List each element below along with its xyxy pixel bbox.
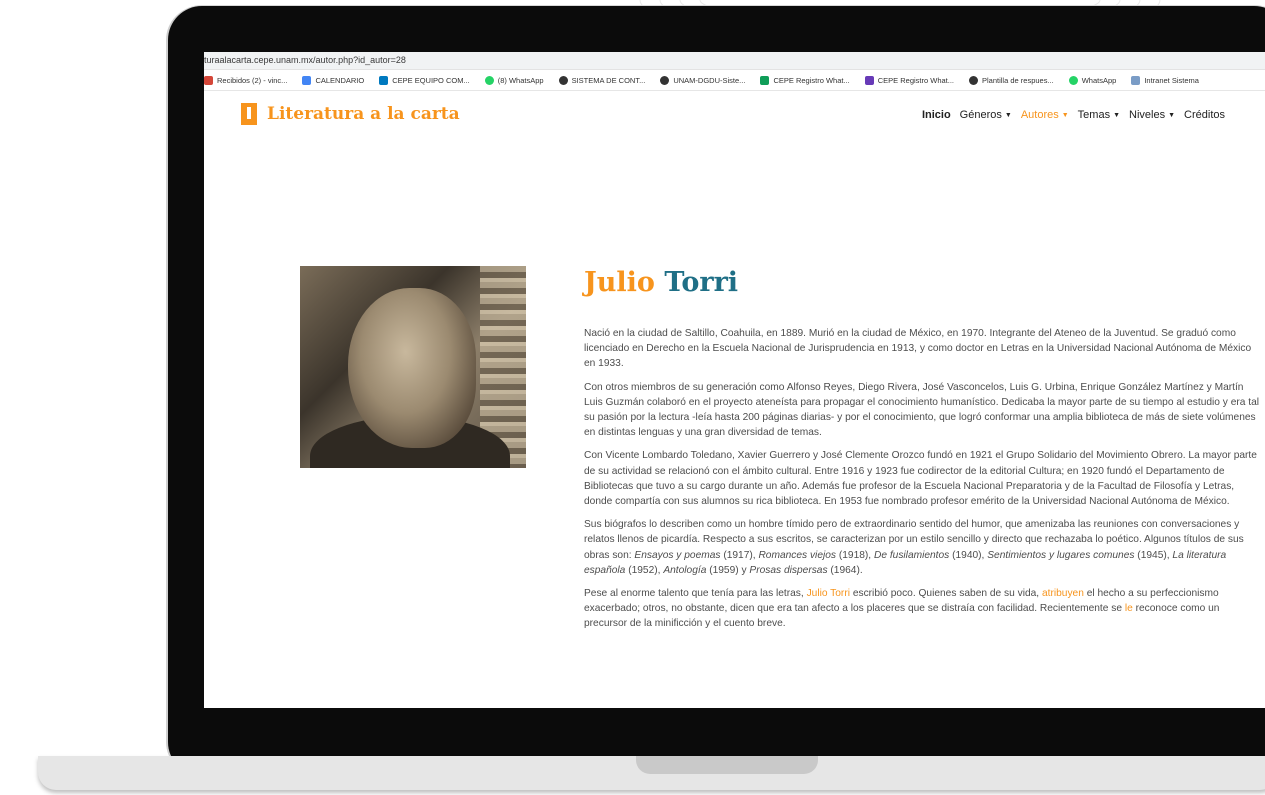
bio-paragraph: Con Vicente Lombardo Toledano, Xavier Gu… <box>584 448 1260 509</box>
bookmark-item[interactable]: Recibidos (2) - vinc... <box>204 75 288 85</box>
site-logo[interactable]: Literatura a la carta <box>241 103 460 125</box>
glossary-link[interactable]: Julio Torri <box>807 588 850 599</box>
nav-item-label: Créditos <box>1184 109 1225 121</box>
nav-item-label: Niveles <box>1129 109 1166 121</box>
bookmark-item[interactable]: CALENDARIO <box>302 75 365 85</box>
author-name: Julio Torri <box>584 267 738 298</box>
bookmark-label: CALENDARIO <box>315 75 365 85</box>
bio-text: (1959) y <box>706 564 750 576</box>
calendar-icon <box>302 75 312 85</box>
nav-item-label: Inicio <box>921 109 951 121</box>
bio-text: (1917), <box>720 549 759 561</box>
bookmark-item[interactable]: SISTEMA DE CONT... <box>558 75 646 85</box>
bookmark-item[interactable]: Intranet Sistema <box>1131 75 1199 85</box>
work-title: Prosas dispersas <box>749 564 828 576</box>
bookmark-label: UNAM-DGDU-Siste... <box>673 75 746 85</box>
author-biography: Nació en la ciudad de Saltillo, Coahuila… <box>584 326 1260 640</box>
main-nav: Inicio Géneros ▼ Autores ▼ Temas ▼ Niveles ▼ Créd… <box>922 109 1225 121</box>
globe-icon <box>969 75 978 85</box>
bookmark-item[interactable]: (8) WhatsApp <box>484 75 544 85</box>
intranet-icon <box>1131 75 1141 85</box>
author-portrait <box>300 266 526 468</box>
whatsapp-icon <box>1068 75 1078 85</box>
forms-icon <box>864 75 874 85</box>
nav-item-inicio[interactable]: Inicio <box>922 109 951 121</box>
bookmark-item[interactable]: WhatsApp <box>1068 75 1117 85</box>
bookmark-label: CEPE Registro What... <box>877 75 954 85</box>
bio-text: (1964). <box>827 564 863 576</box>
bookmark-item[interactable]: CEPE Registro What... <box>760 75 850 85</box>
bookmark-label: CEPE Registro What... <box>773 75 850 85</box>
browser-screen: turaalacarta.cepe.unam.mx/autor.php?id_a… <box>204 52 1265 708</box>
bio-text: Con Vicente Lombardo Toledano, Xavier Gu… <box>584 450 1257 508</box>
bookmark-label: WhatsApp <box>1081 75 1117 85</box>
globe-icon <box>558 75 568 85</box>
whatsapp-icon <box>484 75 494 85</box>
bookmark-label: Recibidos (2) - vinc... <box>217 75 288 85</box>
bookmark-item[interactable]: UNAM-DGDU-Siste... <box>660 75 746 85</box>
nav-item-géneros[interactable]: Géneros ▼ <box>960 109 1012 121</box>
bio-paragraph: Pese al enorme talento que tenía para la… <box>584 586 1260 632</box>
nav-item-label: Autores <box>1020 109 1059 121</box>
caret-down-icon: ▼ <box>1168 111 1176 119</box>
glossary-link[interactable]: atribuyen <box>1042 588 1084 599</box>
globe-icon <box>660 75 670 85</box>
bio-text: Con otros miembros de su generación como… <box>584 381 1260 439</box>
author-first-name: Julio <box>584 267 655 298</box>
caret-down-icon: ▼ <box>1061 111 1069 119</box>
bio-text: (1952), <box>625 564 664 576</box>
site-brand: Literatura a la carta <box>267 104 460 124</box>
caret-down-icon: ▼ <box>1004 111 1012 119</box>
bio-paragraph: Sus biógrafos lo describen como un hombr… <box>584 517 1260 578</box>
bookmark-label: (8) WhatsApp <box>497 75 544 85</box>
nav-item-label: Géneros <box>959 109 1002 121</box>
glossary-link[interactable]: le <box>1125 603 1133 614</box>
bookmarks-bar: Recibidos (2) - vinc... CALENDARIO CEPE EQ… <box>204 70 1265 91</box>
address-bar[interactable]: turaalacarta.cepe.unam.mx/autor.php?id_a… <box>204 52 1265 70</box>
book-logo-icon <box>241 103 257 125</box>
bookmark-label: Plantilla de respues... <box>982 75 1054 85</box>
bookmark-item[interactable]: CEPE EQUIPO COM... <box>379 75 470 85</box>
bio-paragraph: Con otros miembros de su generación como… <box>584 380 1260 441</box>
bio-text: (1945), <box>1134 549 1173 561</box>
nav-item-niveles[interactable]: Niveles ▼ <box>1129 109 1175 121</box>
nav-item-autores[interactable]: Autores ▼ <box>1021 109 1069 121</box>
bio-paragraph: Nació en la ciudad de Saltillo, Coahuila… <box>584 326 1260 372</box>
laptop-notch <box>636 756 818 774</box>
nav-item-label: Temas <box>1077 109 1111 121</box>
bookmark-label: CEPE EQUIPO COM... <box>392 75 470 85</box>
bio-text: (1940), <box>949 549 988 561</box>
bookmark-item[interactable]: Plantilla de respues... <box>969 75 1054 85</box>
trello-icon <box>379 75 389 85</box>
sheets-icon <box>760 75 770 85</box>
bio-text: (1918), <box>836 549 874 561</box>
work-title: Ensayos y poemas <box>634 549 721 561</box>
work-title: Romances viejos <box>758 549 837 561</box>
bio-text: escribió poco. Quienes saben de su vida, <box>849 588 1042 600</box>
author-last-name: Torri <box>664 267 739 298</box>
bookmark-item[interactable]: CEPE Registro What... <box>864 75 954 85</box>
work-title: Sentimientos y lugares comunes <box>987 549 1135 561</box>
bookmark-label: Intranet Sistema <box>1144 75 1199 85</box>
nav-item-temas[interactable]: Temas ▼ <box>1078 109 1120 121</box>
nav-item-créditos[interactable]: Créditos <box>1184 109 1225 121</box>
gmail-icon <box>204 75 213 85</box>
work-title: De fusilamientos <box>873 549 950 561</box>
portrait-face <box>348 288 476 448</box>
site-header: Literatura a la carta Inicio Géneros ▼ Auto… <box>204 91 1265 139</box>
bookmark-label: SISTEMA DE CONT... <box>571 75 646 85</box>
work-title: Antología <box>663 564 707 576</box>
bio-text: Pese al enorme talento que tenía para la… <box>584 588 807 600</box>
url-text[interactable]: turaalacarta.cepe.unam.mx/autor.php?id_a… <box>204 55 406 65</box>
bio-text: Nació en la ciudad de Saltillo, Coahuila… <box>584 328 1252 370</box>
caret-down-icon: ▼ <box>1113 111 1121 119</box>
